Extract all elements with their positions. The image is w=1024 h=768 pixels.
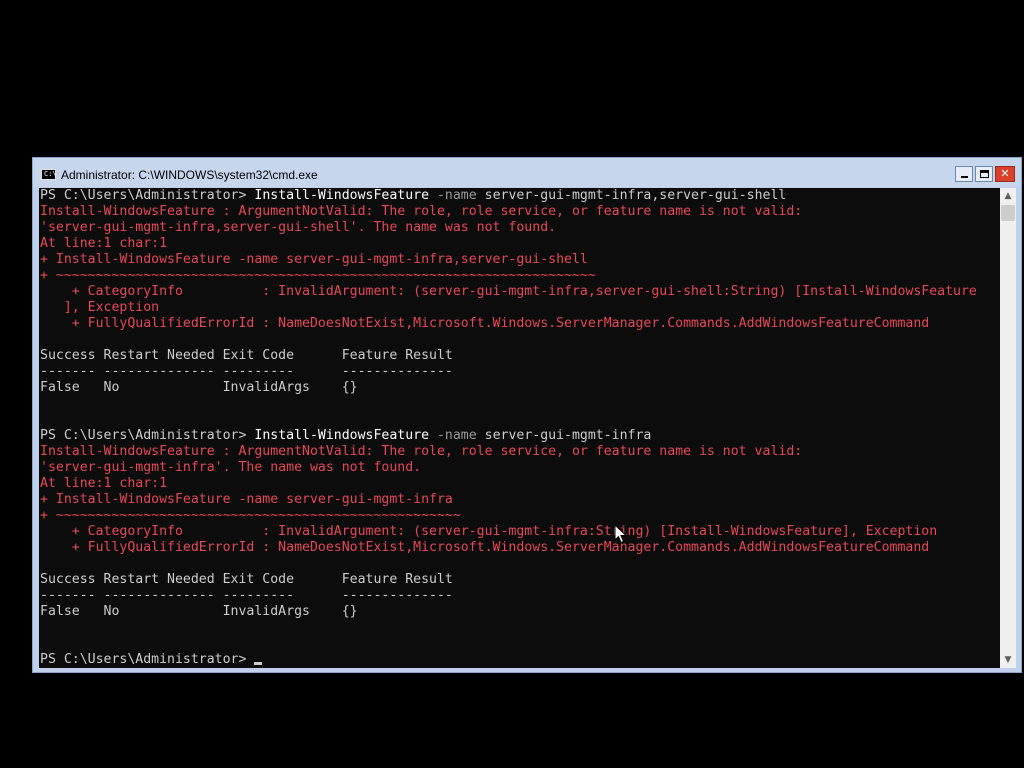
output-line: ------- -------------- --------- -------… xyxy=(40,588,977,604)
output-text: ------- -------------- --------- -------… xyxy=(40,588,453,603)
argument-text: server-gui-mgmt-infra,server-gui-shell xyxy=(476,188,787,203)
error-line: At line:1 char:1 xyxy=(40,236,977,252)
output-line: ------- -------------- --------- -------… xyxy=(40,364,977,380)
error-text: + FullyQualifiedErrorId : NameDoesNotExi… xyxy=(40,316,930,331)
prompt-text: PS C:\Users\Administrator> xyxy=(40,652,255,667)
error-text: At line:1 char:1 xyxy=(40,476,168,491)
output-line: Success Restart Needed Exit Code Feature… xyxy=(40,348,977,364)
mouse-pointer-icon xyxy=(614,524,628,544)
output-text: ------- -------------- --------- -------… xyxy=(40,364,453,379)
error-line: + ~~~~~~~~~~~~~~~~~~~~~~~~~~~~~~~~~~~~~~… xyxy=(40,268,977,284)
vertical-scrollbar[interactable]: ▲ ▼ xyxy=(1000,188,1016,668)
error-text: + ~~~~~~~~~~~~~~~~~~~~~~~~~~~~~~~~~~~~~~… xyxy=(40,268,596,283)
error-line: + CategoryInfo : InvalidArgument: (serve… xyxy=(40,524,977,540)
error-line: + Install-WindowsFeature -name server-gu… xyxy=(40,492,977,508)
error-text: + Install-WindowsFeature -name server-gu… xyxy=(40,492,453,507)
scroll-down-arrow-icon[interactable]: ▼ xyxy=(1000,652,1016,668)
error-text: + CategoryInfo : InvalidArgument: (serve… xyxy=(40,284,977,299)
maximize-button[interactable] xyxy=(975,166,993,182)
prompt-text: PS C:\Users\Administrator> xyxy=(40,188,255,203)
error-line: + Install-WindowsFeature -name server-gu… xyxy=(40,252,977,268)
error-text: + CategoryInfo : InvalidArgument: (serve… xyxy=(40,524,938,539)
output-text: Success Restart Needed Exit Code Feature… xyxy=(40,348,453,363)
console-lines: PS C:\Users\Administrator> Install-Windo… xyxy=(40,188,977,668)
cmd-icon[interactable]: C:\ xyxy=(41,169,57,180)
output-line: False No InvalidArgs {} xyxy=(40,380,977,396)
error-text: + Install-WindowsFeature -name server-gu… xyxy=(40,252,588,267)
output-text: Success Restart Needed Exit Code Feature… xyxy=(40,572,453,587)
error-line: At line:1 char:1 xyxy=(40,476,977,492)
output-line: False No InvalidArgs {} xyxy=(40,604,977,620)
command-line: PS C:\Users\Administrator> Install-Windo… xyxy=(40,188,977,204)
parameter-text: -name xyxy=(429,188,477,203)
error-text: At line:1 char:1 xyxy=(40,236,168,251)
error-line: + ~~~~~~~~~~~~~~~~~~~~~~~~~~~~~~~~~~~~~~… xyxy=(40,508,977,524)
minimize-button[interactable] xyxy=(955,166,973,182)
output-text: False No InvalidArgs {} xyxy=(40,380,358,395)
minimize-icon xyxy=(961,176,968,178)
window-title: Administrator: C:\WINDOWS\system32\cmd.e… xyxy=(61,168,318,182)
cmd-icon-label: C:\ xyxy=(44,170,57,178)
cmd-window: C:\ Administrator: C:\WINDOWS\system32\c… xyxy=(32,157,1022,673)
error-line: Install-WindowsFeature : ArgumentNotVali… xyxy=(40,204,977,220)
text-cursor xyxy=(254,662,263,665)
prompt-text: PS C:\Users\Administrator> xyxy=(40,428,255,443)
title-bar[interactable]: C:\ Administrator: C:\WINDOWS\system32\c… xyxy=(33,158,1021,187)
error-line: + CategoryInfo : InvalidArgument: (serve… xyxy=(40,284,977,300)
argument-text: server-gui-mgmt-infra xyxy=(476,428,652,443)
error-line: + FullyQualifiedErrorId : NameDoesNotExi… xyxy=(40,540,977,556)
console-output[interactable]: PS C:\Users\Administrator> Install-Windo… xyxy=(39,188,1000,668)
maximize-icon xyxy=(980,170,989,178)
active-prompt-line: PS C:\Users\Administrator> xyxy=(40,652,977,668)
error-text: Install-WindowsFeature : ArgumentNotVali… xyxy=(40,444,803,459)
error-line: + FullyQualifiedErrorId : NameDoesNotExi… xyxy=(40,316,977,332)
output-text: False No InvalidArgs {} xyxy=(40,604,358,619)
error-text: + ~~~~~~~~~~~~~~~~~~~~~~~~~~~~~~~~~~~~~~… xyxy=(40,508,461,523)
scroll-up-arrow-icon[interactable]: ▲ xyxy=(1000,188,1016,204)
scroll-thumb[interactable] xyxy=(1001,205,1015,221)
error-text: ], Exception xyxy=(40,300,160,315)
cmdlet-text: Install-WindowsFeature xyxy=(254,428,430,443)
error-line: 'server-gui-mgmt-infra'. The name was no… xyxy=(40,460,977,476)
parameter-text: -name xyxy=(429,428,477,443)
output-line: Success Restart Needed Exit Code Feature… xyxy=(40,572,977,588)
error-text: 'server-gui-mgmt-infra'. The name was no… xyxy=(40,460,422,475)
error-text: Install-WindowsFeature : ArgumentNotVali… xyxy=(40,204,803,219)
error-text: 'server-gui-mgmt-infra,server-gui-shell'… xyxy=(40,220,557,235)
error-line: 'server-gui-mgmt-infra,server-gui-shell'… xyxy=(40,220,977,236)
close-icon: ✕ xyxy=(1000,167,1010,180)
command-line: PS C:\Users\Administrator> Install-Windo… xyxy=(40,428,977,444)
close-button[interactable]: ✕ xyxy=(995,166,1015,182)
error-line: Install-WindowsFeature : ArgumentNotVali… xyxy=(40,444,977,460)
error-text: + FullyQualifiedErrorId : NameDoesNotExi… xyxy=(40,540,930,555)
error-line: ], Exception xyxy=(40,300,977,316)
cmdlet-text: Install-WindowsFeature xyxy=(254,188,430,203)
